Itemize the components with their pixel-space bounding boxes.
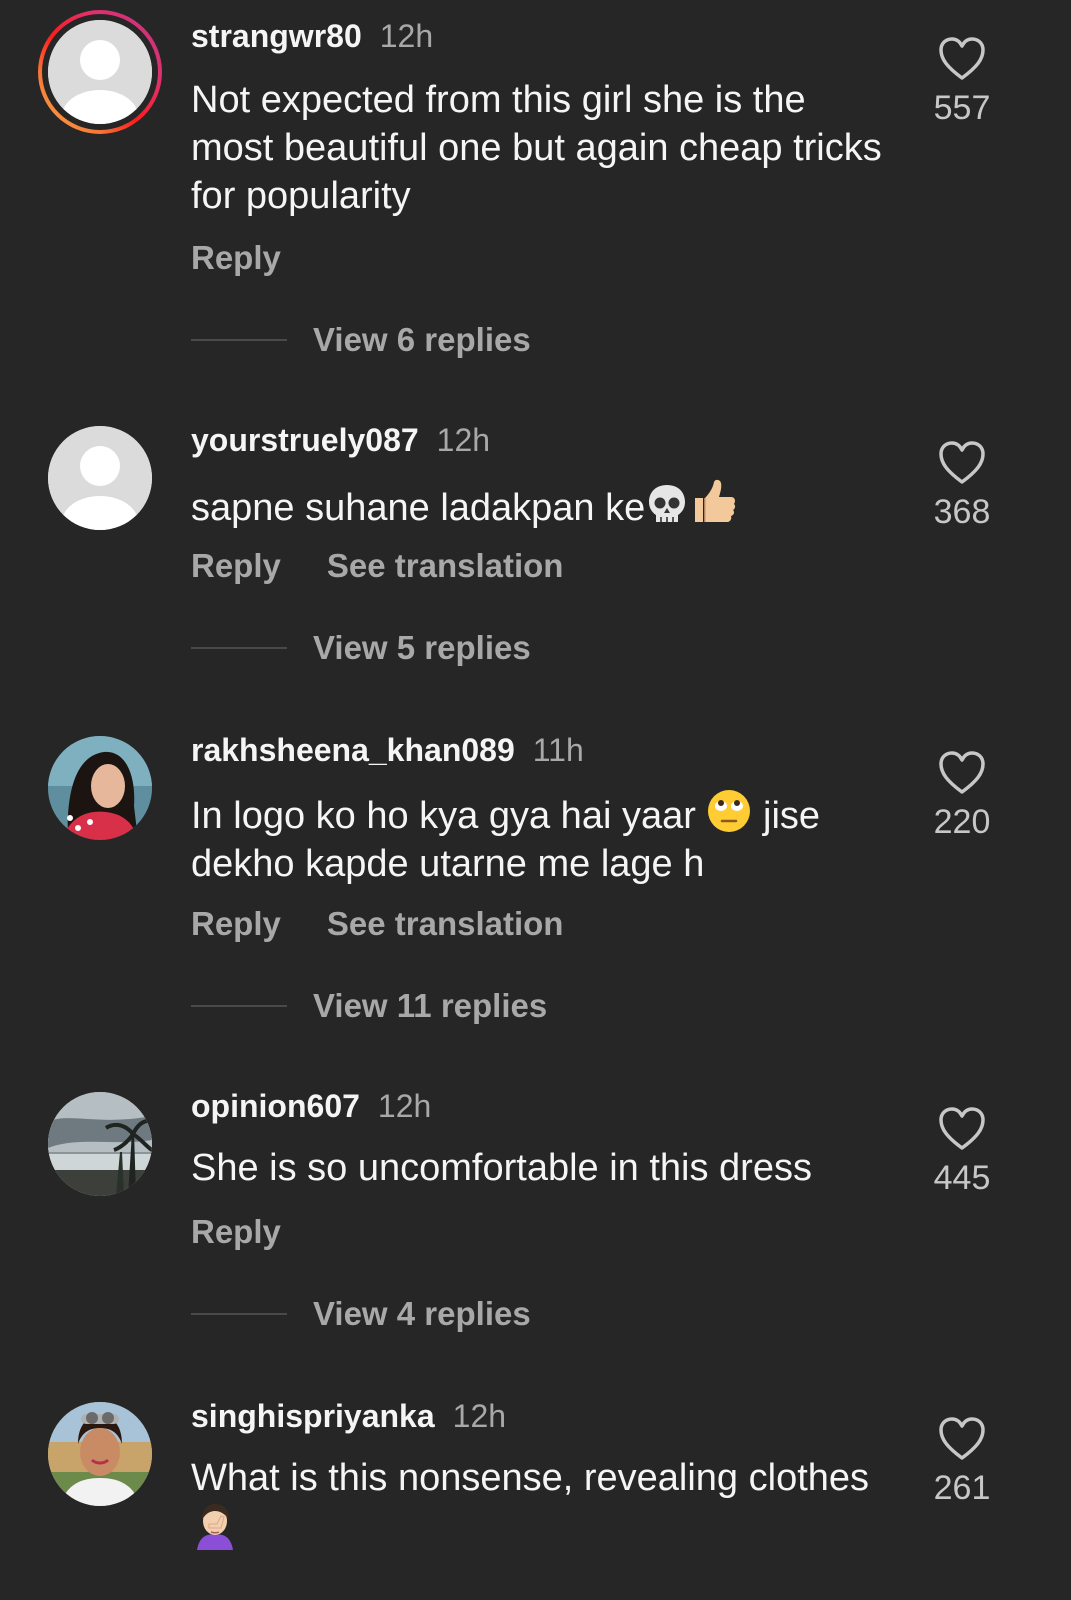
timestamp: 12h (436, 422, 491, 458)
timestamp: 11h (532, 732, 584, 768)
view-replies-button[interactable]: View 4 replies (313, 1294, 531, 1334)
avatar[interactable] (48, 736, 152, 840)
like-group: 445 (922, 1106, 1002, 1198)
timestamp: 12h (452, 1398, 507, 1434)
comment-text: What is this nonsense, revealing clothes (191, 1454, 891, 1556)
divider (191, 339, 287, 341)
thumbs-up-emoji-icon (695, 479, 736, 522)
comment-meta: strangwr80 12h (191, 16, 433, 56)
username[interactable]: singhispriyanka (191, 1398, 435, 1434)
divider (191, 1313, 287, 1315)
like-count: 368 (933, 493, 991, 531)
divider (191, 647, 287, 649)
view-replies-button[interactable]: View 5 replies (313, 628, 531, 668)
comment-text: sapne suhane ladakpan ke (191, 478, 891, 532)
comment-actions: Reply (191, 1212, 281, 1252)
timestamp: 12h (377, 1088, 432, 1124)
comment-meta: rakhsheena_khan089 11h (191, 730, 584, 770)
comment-meta: yourstruely087 12h (191, 420, 490, 460)
profile-photo-icon (48, 1402, 152, 1506)
avatar[interactable] (48, 1092, 152, 1196)
avatar[interactable] (48, 1402, 152, 1506)
comment-text-content: sapne suhane ladakpan ke (191, 487, 646, 529)
facepalm-emoji-icon (197, 1504, 233, 1550)
heart-icon[interactable] (937, 750, 987, 796)
comment-text-content: What is this nonsense, revealing clothes (191, 1457, 870, 1499)
username[interactable]: strangwr80 (191, 18, 362, 54)
comment-text: Not expected from this girl she is the m… (191, 79, 882, 217)
like-group: 220 (922, 750, 1002, 842)
see-translation-button[interactable]: See translation (327, 547, 564, 584)
profile-photo-icon (48, 736, 152, 840)
timestamp: 12h (379, 18, 434, 54)
like-count: 557 (933, 89, 991, 127)
comment-actions: Reply See translation (191, 546, 563, 586)
reply-button[interactable]: Reply (191, 239, 281, 276)
reply-button[interactable]: Reply (191, 1213, 281, 1250)
like-count: 261 (933, 1469, 991, 1507)
heart-icon[interactable] (937, 440, 987, 486)
avatar[interactable] (38, 10, 162, 134)
view-replies-button[interactable]: View 6 replies (313, 320, 531, 360)
divider (191, 1005, 287, 1007)
reply-button[interactable]: Reply (191, 905, 281, 942)
like-count: 445 (933, 1159, 991, 1197)
eye-roll-emoji-icon (708, 790, 751, 832)
like-group: 261 (922, 1416, 1002, 1508)
like-group: 557 (922, 36, 1002, 128)
heart-icon[interactable] (937, 1106, 987, 1152)
comment-text: She is so uncomfortable in this dress (191, 1147, 812, 1189)
comment-text: In logo ko ho kya gya hai yaar jise dekh… (191, 788, 891, 888)
default-avatar-icon (48, 426, 152, 530)
like-count: 220 (933, 803, 991, 841)
heart-icon[interactable] (937, 36, 987, 82)
comment-meta: singhispriyanka 12h (191, 1396, 506, 1436)
username[interactable]: rakhsheena_khan089 (191, 732, 515, 768)
username[interactable]: yourstruely087 (191, 422, 419, 458)
comment-actions: Reply See translation (191, 904, 563, 944)
comment-text-content: In logo ko ho kya gya hai yaar (191, 795, 696, 837)
skull-emoji-icon (649, 485, 686, 522)
profile-photo-icon (48, 1092, 152, 1196)
like-group: 368 (922, 440, 1002, 532)
comment-meta: opinion607 12h (191, 1086, 431, 1126)
heart-icon[interactable] (937, 1416, 987, 1462)
comment-actions: Reply (191, 238, 281, 278)
username[interactable]: opinion607 (191, 1088, 360, 1124)
see-translation-button[interactable]: See translation (327, 905, 564, 942)
view-replies-button[interactable]: View 11 replies (313, 986, 547, 1026)
avatar[interactable] (48, 426, 152, 530)
default-avatar-icon (48, 20, 152, 124)
reply-button[interactable]: Reply (191, 547, 281, 584)
